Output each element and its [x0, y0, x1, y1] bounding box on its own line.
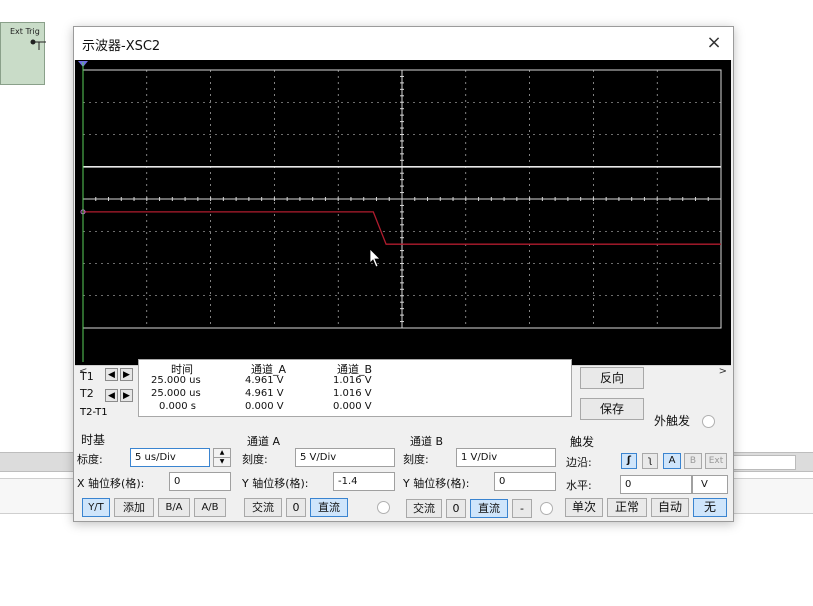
spin-down-icon[interactable]: ▼ — [214, 458, 230, 466]
edge-fall-button[interactable]: ʅ — [642, 453, 658, 469]
channel-b-dc-button[interactable]: 直流 — [470, 499, 508, 518]
timebase-spin[interactable]: ▲ ▼ — [213, 448, 231, 467]
trigger-edge-label: 边沿: — [566, 456, 592, 469]
trigger-source-b-button[interactable]: B — [684, 453, 702, 469]
timebase-xpos-field[interactable]: 0 — [169, 472, 231, 491]
scroll-right-icon[interactable]: > — [719, 366, 727, 377]
channel-a-zero-button[interactable]: 0 — [286, 498, 306, 517]
dt-chb: 0.000 V — [333, 401, 372, 412]
dt-time: 0.000 s — [159, 401, 197, 412]
measurement-readout: 时间 通道_A 通道_B 25.000 us 4.961 V 1.016 V 2… — [138, 359, 572, 417]
channel-b-ac-button[interactable]: 交流 — [406, 499, 442, 518]
ext-trigger-label: 外触发 — [654, 414, 691, 428]
channel-a-scale-field[interactable]: 5 V/Div — [295, 448, 395, 467]
mouse-pointer-icon — [369, 248, 381, 268]
title-bar: 示波器-XSC2 × — [74, 27, 733, 60]
channel-a-ypos-label: Y 轴位移(格): — [242, 477, 309, 490]
mode-add-button[interactable]: 添加 — [114, 498, 154, 517]
channel-a-ypos-field[interactable]: -1.4 — [333, 472, 395, 491]
channel-b-ypos-field[interactable]: 0 — [494, 472, 556, 491]
t1-time: 25.000 us — [151, 375, 201, 386]
trigger-level-field[interactable]: 0 — [620, 475, 692, 494]
channel-b-minus-button[interactable]: - — [512, 499, 532, 518]
trigger-auto-button[interactable]: 自动 — [651, 498, 689, 517]
t2-chb: 1.016 V — [333, 388, 372, 399]
t1-left-arrow-icon[interactable]: ◀ — [105, 368, 118, 381]
trigger-title: 触发 — [570, 435, 595, 449]
channel-a-ac-button[interactable]: 交流 — [244, 498, 282, 517]
scope-screen[interactable] — [75, 60, 731, 365]
channel-a-radio[interactable] — [377, 501, 390, 514]
t1-chb: 1.016 V — [333, 375, 372, 386]
ext-trigger-radio[interactable] — [702, 415, 715, 428]
ext-trig-pin-icon — [30, 39, 46, 50]
trigger-level-label: 水平: — [566, 479, 592, 492]
reverse-button[interactable]: 反向 — [580, 367, 644, 389]
channel-a-scale-label: 刻度: — [242, 453, 268, 466]
t2-right-arrow-icon[interactable]: ▶ — [120, 389, 133, 402]
t1-right-arrow-icon[interactable]: ▶ — [120, 368, 133, 381]
channel-a-dc-button[interactable]: 直流 — [310, 498, 348, 517]
trigger-none-button[interactable]: 无 — [693, 498, 727, 517]
channel-b-radio[interactable] — [540, 502, 553, 515]
channel-b-zero-button[interactable]: 0 — [446, 499, 466, 518]
channel-b-scale-field[interactable]: 1 V/Div — [456, 448, 556, 467]
edge-rise-button[interactable]: ʃ — [621, 453, 637, 469]
spin-up-icon[interactable]: ▲ — [214, 449, 230, 458]
trigger-source-ext-button[interactable]: Ext — [705, 453, 727, 469]
mode-yt-button[interactable]: Y/T — [82, 498, 110, 517]
t1-label: T1 — [80, 370, 94, 383]
dt-cha: 0.000 V — [245, 401, 284, 412]
t2-left-arrow-icon[interactable]: ◀ — [105, 389, 118, 402]
t2-cha: 4.961 V — [245, 388, 284, 399]
scope-grid — [82, 69, 722, 329]
timebase-xpos-label: X 轴位移(格): — [77, 477, 145, 490]
trigger-source-a-button[interactable]: A — [663, 453, 681, 469]
timebase-scale-label: 标度: — [77, 453, 103, 466]
t2-label: T2 — [80, 387, 94, 400]
channel-b-scale-label: 刻度: — [403, 453, 429, 466]
mode-ab-button[interactable]: A/B — [194, 498, 226, 517]
workspace-field — [730, 455, 796, 470]
trigger-level-unit[interactable]: V — [692, 475, 728, 494]
channel-b-ypos-label: Y 轴位移(格): — [403, 477, 470, 490]
trigger-normal-button[interactable]: 正常 — [607, 498, 647, 517]
close-icon[interactable]: × — [702, 31, 726, 55]
timebase-scale-field[interactable]: 5 us/Div — [130, 448, 210, 467]
oscilloscope-window: 示波器-XSC2 × < > T1 ◀ ▶ T2 ◀ ▶ T2-T1 时间 通道… — [73, 26, 734, 522]
t2-t1-label: T2-T1 — [80, 407, 108, 418]
channel-b-title: 通道 B — [410, 435, 444, 448]
save-button[interactable]: 保存 — [580, 398, 644, 420]
mode-ba-button[interactable]: B/A — [158, 498, 190, 517]
t1-cha: 4.961 V — [245, 375, 284, 386]
trigger-single-button[interactable]: 单次 — [565, 498, 603, 517]
timebase-title: 时基 — [81, 433, 106, 447]
ext-trig-label: Ext Trig — [10, 27, 40, 36]
t2-time: 25.000 us — [151, 388, 201, 399]
scope-display — [78, 61, 722, 362]
channel-a-title: 通道 A — [247, 435, 281, 448]
window-title: 示波器-XSC2 — [82, 39, 161, 54]
